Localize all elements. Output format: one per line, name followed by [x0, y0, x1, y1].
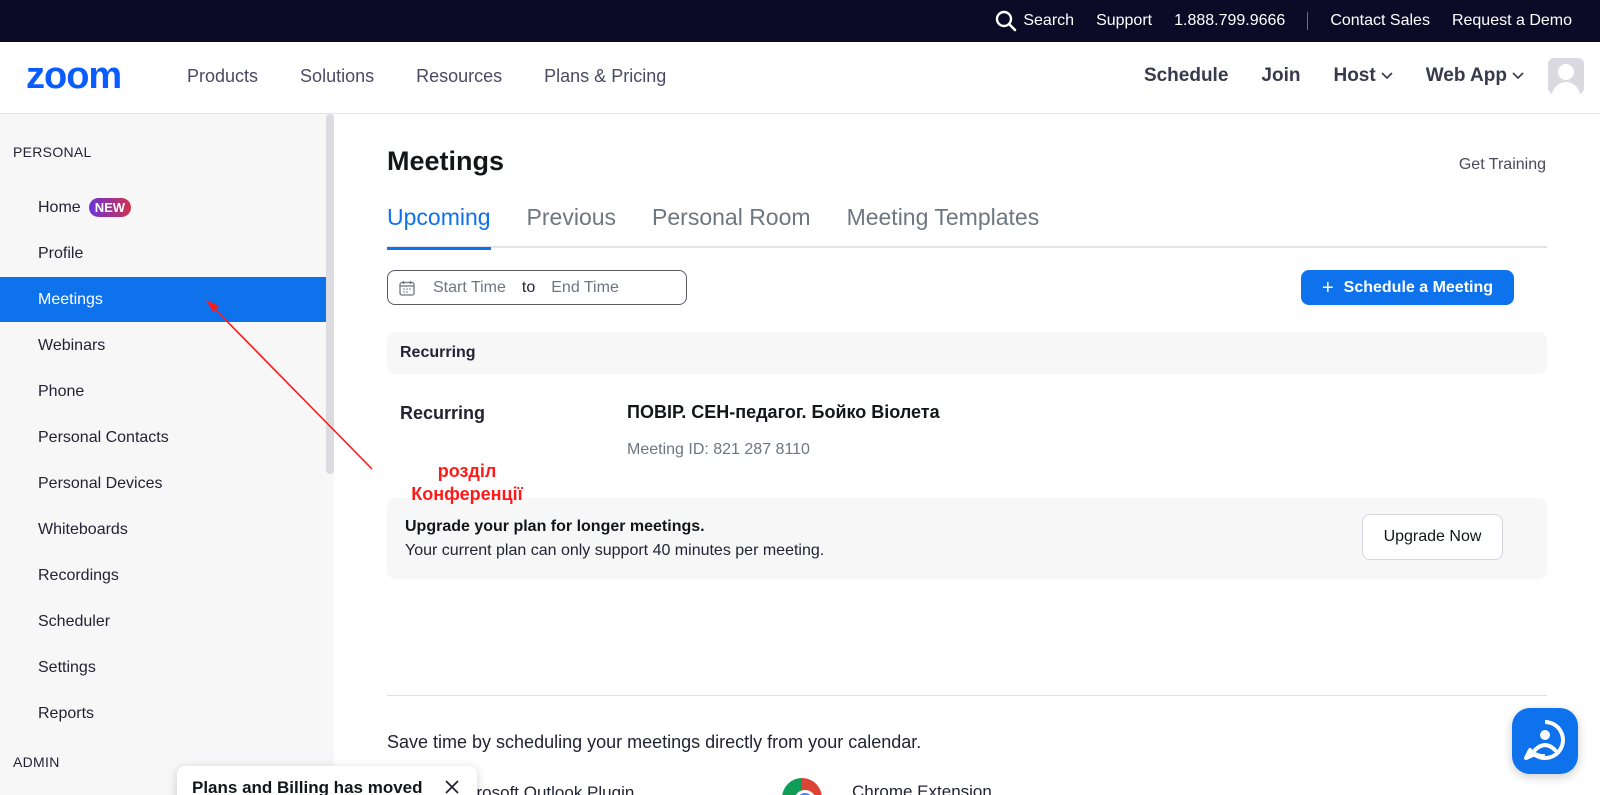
sidebar: PERSONAL Home NEW Profile Meetings Webin…: [0, 114, 334, 795]
sidebar-section-personal: PERSONAL: [13, 144, 92, 160]
close-icon[interactable]: [445, 780, 459, 794]
sidebar-item-scheduler[interactable]: Scheduler: [0, 599, 326, 644]
upgrade-text: Your current plan can only support 40 mi…: [405, 542, 825, 559]
chat-bot-icon: [1524, 720, 1565, 760]
chat-support-button[interactable]: [1512, 708, 1578, 774]
search-link[interactable]: Search: [995, 10, 1074, 32]
nav-menu: Products Solutions Resources Plans & Pri…: [187, 66, 708, 87]
sidebar-item-settings[interactable]: Settings: [0, 645, 326, 690]
tab-meeting-templates[interactable]: Meeting Templates: [847, 204, 1040, 248]
calendar-promo-text: Save time by scheduling your meetings di…: [387, 732, 922, 752]
upgrade-now-button[interactable]: Upgrade Now: [1362, 514, 1503, 560]
avatar-body: [1552, 82, 1580, 94]
meeting-type-label: Recurring: [400, 403, 486, 423]
billing-moved-toast: Plans and Billing has moved: [177, 766, 477, 795]
main-content: Meetings Get Training Upcoming Previous …: [334, 114, 1600, 795]
sidebar-item-phone[interactable]: Phone: [0, 369, 326, 414]
page-root: Search Support 1.888.799.9666 Contact Sa…: [0, 0, 1600, 795]
upgrade-banner: Upgrade your plan for longer meetings. Y…: [387, 498, 1547, 579]
search-label: Search: [1023, 12, 1075, 29]
upgrade-title: Upgrade your plan for longer meetings.: [405, 518, 705, 535]
nav-schedule[interactable]: Schedule: [1144, 65, 1228, 87]
sidebar-item-personal-devices[interactable]: Personal Devices: [0, 461, 326, 506]
schedule-meeting-label: Schedule a Meeting: [1343, 278, 1494, 296]
sidebar-scrollbar[interactable]: [326, 114, 334, 474]
nav-plans-pricing[interactable]: Plans & Pricing: [544, 66, 666, 87]
tab-personal-room[interactable]: Personal Room: [652, 204, 811, 248]
annotation-label: розділ Конференції: [402, 460, 532, 506]
sidebar-item-meetings[interactable]: Meetings: [0, 277, 326, 322]
chrome-icon: [782, 778, 822, 795]
chevron-down-icon: [1381, 72, 1393, 80]
search-icon: [996, 10, 1017, 32]
get-training-link[interactable]: Get Training: [1459, 156, 1546, 174]
sidebar-item-reports[interactable]: Reports: [0, 691, 326, 736]
new-badge: NEW: [88, 198, 132, 217]
nav-web-app[interactable]: Web App: [1426, 65, 1524, 87]
chrome-extension-link[interactable]: Chrome Extension: [852, 782, 992, 795]
nav-products[interactable]: Products: [187, 66, 258, 87]
sidebar-item-profile[interactable]: Profile: [0, 231, 326, 276]
zoom-logo[interactable]: zoom: [26, 55, 148, 101]
calendar-icon: [399, 280, 415, 296]
date-range-to-label: to: [521, 278, 536, 296]
outlook-plugin-link[interactable]: crosoft Outlook Plugin: [468, 783, 634, 795]
toast-text: Plans and Billing has moved: [192, 778, 423, 795]
main-nav: zoom Products Solutions Resources Plans …: [0, 42, 1600, 114]
page-title: Meetings: [387, 146, 505, 176]
nav-host[interactable]: Host: [1333, 65, 1393, 87]
sidebar-item-personal-contacts[interactable]: Personal Contacts: [0, 415, 326, 460]
schedule-meeting-button[interactable]: + Schedule a Meeting: [1301, 270, 1514, 305]
nav-join[interactable]: Join: [1261, 65, 1300, 87]
sidebar-section-admin: ADMIN: [13, 754, 60, 770]
content-divider: [387, 695, 1547, 696]
top-utility-bar: Search Support 1.888.799.9666 Contact Sa…: [0, 0, 1600, 42]
nav-web-app-label: Web App: [1425, 65, 1507, 86]
annotation-line-1: розділ: [437, 461, 497, 481]
zoom-logo-icon: zoom: [26, 55, 122, 97]
meeting-id: Meeting ID: 821 287 8110: [627, 441, 810, 458]
phone-link[interactable]: 1.888.799.9666: [1174, 12, 1285, 30]
meetings-tabs: Upcoming Previous Personal Room Meeting …: [387, 204, 1547, 250]
sidebar-item-webinars[interactable]: Webinars: [0, 323, 326, 368]
sidebar-item-label: Home: [38, 198, 81, 216]
start-time-input[interactable]: Start Time: [433, 279, 506, 297]
nav-solutions[interactable]: Solutions: [300, 66, 374, 87]
request-demo-link[interactable]: Request a Demo: [1452, 12, 1572, 30]
support-link[interactable]: Support: [1096, 12, 1152, 30]
topbar-divider: [1307, 12, 1309, 30]
tab-previous[interactable]: Previous: [527, 204, 616, 248]
sidebar-item-home[interactable]: Home NEW: [0, 185, 326, 230]
contact-sales-link[interactable]: Contact Sales: [1330, 12, 1430, 30]
zoom-logo-text: zoom: [26, 56, 121, 96]
sidebar-item-whiteboards[interactable]: Whiteboards: [0, 507, 326, 552]
chevron-down-icon: [1512, 72, 1524, 80]
plus-icon: +: [1321, 276, 1334, 299]
nav-right: Schedule Join Host Web App: [1111, 56, 1584, 96]
end-time-input[interactable]: End Time: [551, 279, 619, 297]
recurring-section-header: Recurring: [387, 332, 1547, 374]
avatar[interactable]: [1548, 58, 1584, 94]
tab-upcoming[interactable]: Upcoming: [387, 204, 491, 250]
avatar-head: [1558, 64, 1574, 80]
date-range-picker[interactable]: Start Time to End Time: [387, 270, 687, 305]
sidebar-item-recordings[interactable]: Recordings: [0, 553, 326, 598]
nav-host-label: Host: [1333, 65, 1376, 86]
annotation-line-2: Конференції: [411, 484, 523, 504]
meeting-title-link[interactable]: ПОВІР. СЕН-педагог. Бойко Віолета: [627, 402, 940, 423]
nav-resources[interactable]: Resources: [416, 66, 502, 87]
